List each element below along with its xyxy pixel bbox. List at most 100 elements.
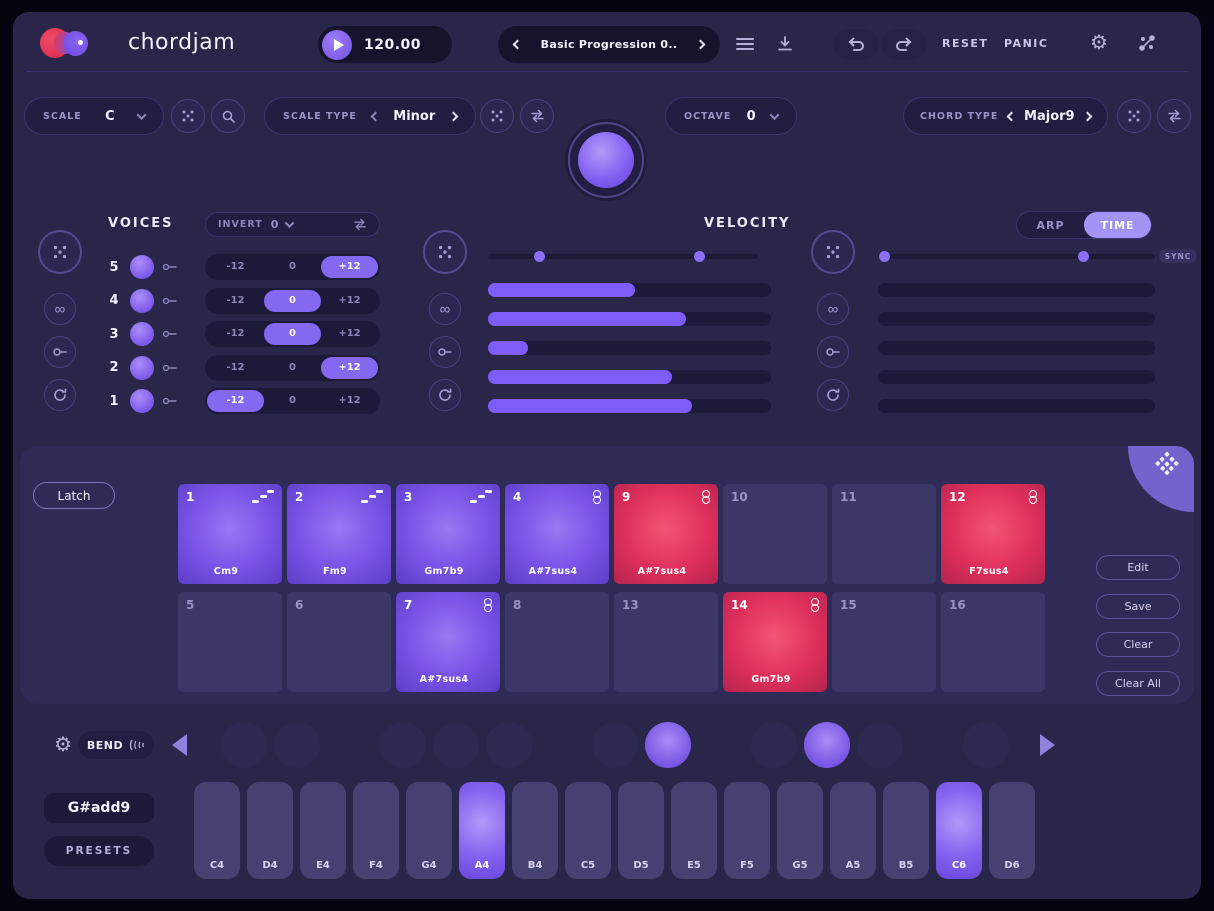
voice-link-icon[interactable] <box>162 262 178 272</box>
velocity-randomize-button[interactable] <box>423 230 467 274</box>
shuffle-icon[interactable] <box>353 218 367 231</box>
key-G4[interactable]: G4 <box>406 782 452 879</box>
pad-3[interactable]: 3Gm7b9 <box>396 484 500 584</box>
master-knob[interactable] <box>568 122 644 198</box>
key-D#5[interactable] <box>645 722 691 768</box>
time-range-slider[interactable] <box>878 254 1155 259</box>
key-D5[interactable]: D5 <box>618 782 664 879</box>
key-A#5[interactable] <box>857 722 903 768</box>
scale-type-shuffle-button[interactable] <box>520 99 554 133</box>
key-G#5[interactable] <box>804 722 850 768</box>
key-A#4[interactable] <box>486 722 532 768</box>
level-bar[interactable] <box>488 341 771 355</box>
key-D4[interactable]: D4 <box>247 782 293 879</box>
voice-link-icon[interactable] <box>162 296 178 306</box>
key-C4[interactable]: C4 <box>194 782 240 879</box>
key-E5[interactable]: E5 <box>671 782 717 879</box>
chevron-left-icon[interactable] <box>370 111 380 121</box>
key-G5[interactable]: G5 <box>777 782 823 879</box>
voice-link-icon[interactable] <box>162 396 178 406</box>
presets-button[interactable]: PRESETS <box>44 836 154 866</box>
settings-gear-icon[interactable]: ⚙ <box>1090 33 1108 53</box>
level-bar[interactable] <box>878 341 1155 355</box>
velocity-infinity-button[interactable]: ∞ <box>429 293 461 325</box>
pad-10[interactable]: 10 <box>723 484 827 584</box>
key-F5[interactable]: F5 <box>724 782 770 879</box>
segment-option[interactable]: +12 <box>321 390 378 412</box>
pad-13[interactable]: 13 <box>614 592 718 692</box>
pad-8[interactable]: 8 <box>505 592 609 692</box>
slider-handle[interactable] <box>879 251 890 262</box>
key-F#5[interactable] <box>751 722 797 768</box>
scale-type-select[interactable]: SCALE TYPE Minor <box>264 97 476 135</box>
segment-option[interactable]: +12 <box>321 357 378 379</box>
key-A5[interactable]: A5 <box>830 782 876 879</box>
pad-11[interactable]: 11 <box>832 484 936 584</box>
preset-selector[interactable]: Basic Progression 0.. <box>498 26 720 63</box>
key-D#4[interactable] <box>274 722 320 768</box>
level-bar[interactable] <box>488 283 771 297</box>
chevron-left-icon[interactable] <box>1006 111 1016 121</box>
voice-ball[interactable] <box>130 322 154 346</box>
voices-infinity-button[interactable]: ∞ <box>44 293 76 325</box>
pad-7[interactable]: 7A#7sus4 <box>396 592 500 692</box>
voice-ball[interactable] <box>130 289 154 313</box>
pad-15[interactable]: 15 <box>832 592 936 692</box>
time-reset-button[interactable] <box>817 379 849 411</box>
panic-button[interactable]: PANIC <box>1004 37 1048 50</box>
pad-12[interactable]: 12F7sus4 <box>941 484 1045 584</box>
level-bar[interactable] <box>878 399 1155 413</box>
scale-select[interactable]: SCALE C <box>24 97 164 135</box>
redo-button[interactable] <box>881 29 927 60</box>
chord-type-shuffle-button[interactable] <box>1157 99 1191 133</box>
voices-lock-button[interactable] <box>44 336 76 368</box>
segment-option[interactable]: -12 <box>207 390 264 412</box>
time-lock-button[interactable] <box>817 336 849 368</box>
chevron-down-icon[interactable] <box>285 218 295 228</box>
chord-type-randomize-button[interactable] <box>1117 99 1151 133</box>
segment-option[interactable]: 0 <box>264 290 321 312</box>
key-C6[interactable]: C6 <box>936 782 982 879</box>
voice-ball[interactable] <box>130 389 154 413</box>
velocity-range-slider[interactable] <box>488 254 758 259</box>
voice-link-icon[interactable] <box>162 329 178 339</box>
segment-option[interactable]: -12 <box>207 256 264 278</box>
pad-2[interactable]: 2Fm9 <box>287 484 391 584</box>
key-C#4[interactable] <box>221 722 267 768</box>
level-bar[interactable] <box>488 312 771 326</box>
velocity-reset-button[interactable] <box>429 379 461 411</box>
time-randomize-button[interactable] <box>811 230 855 274</box>
tab-time[interactable]: TIME <box>1084 212 1151 238</box>
slider-handle[interactable] <box>1078 251 1089 262</box>
undo-button[interactable] <box>833 29 879 60</box>
pad-5[interactable]: 5 <box>178 592 282 692</box>
key-G#4[interactable] <box>433 722 479 768</box>
preset-name[interactable]: Basic Progression 0.. <box>541 38 678 51</box>
level-bar[interactable] <box>878 370 1155 384</box>
pad-14[interactable]: 14Gm7b9 <box>723 592 827 692</box>
segment-option[interactable]: +12 <box>321 290 378 312</box>
segment-option[interactable]: -12 <box>207 290 264 312</box>
key-D6[interactable]: D6 <box>989 782 1035 879</box>
invert-select[interactable]: INVERT 0 <box>205 212 380 237</box>
level-bar[interactable] <box>488 370 771 384</box>
sync-toggle[interactable]: SYNC <box>1159 249 1197 263</box>
key-F4[interactable]: F4 <box>353 782 399 879</box>
global-randomize-button[interactable] <box>1138 34 1156 55</box>
save-button[interactable]: Save <box>1096 594 1180 619</box>
preset-prev-icon[interactable] <box>513 40 523 50</box>
edit-button[interactable]: Edit <box>1096 555 1180 580</box>
play-button[interactable] <box>322 30 352 60</box>
reset-button[interactable]: RESET <box>942 37 988 50</box>
chevron-down-icon[interactable] <box>137 110 147 120</box>
level-bar[interactable] <box>488 399 771 413</box>
level-bar[interactable] <box>878 283 1155 297</box>
voices-reset-button[interactable] <box>44 379 76 411</box>
chord-type-select[interactable]: CHORD TYPE Major9 <box>903 97 1108 135</box>
key-C5[interactable]: C5 <box>565 782 611 879</box>
clear-all-button[interactable]: Clear All <box>1096 671 1180 696</box>
latch-button[interactable]: Latch <box>33 482 115 509</box>
key-C#6[interactable] <box>963 722 1009 768</box>
voice-ball[interactable] <box>130 255 154 279</box>
voice-link-icon[interactable] <box>162 363 178 373</box>
